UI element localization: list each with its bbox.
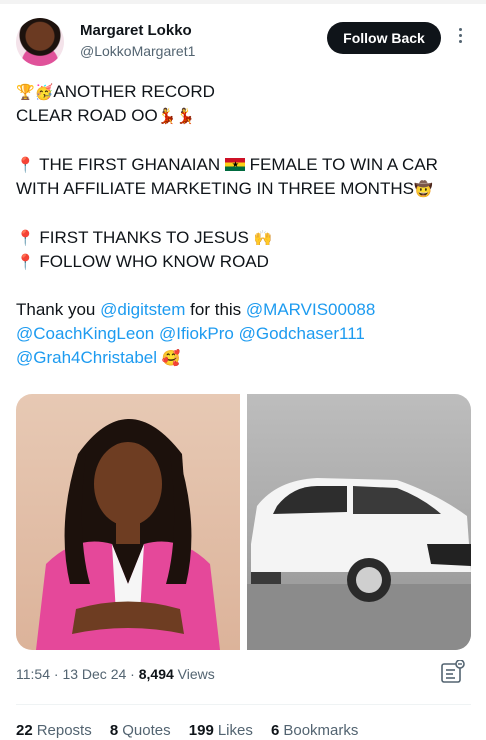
tweet-text: CLEAR ROAD OO: [16, 106, 158, 125]
tweet-line: Thank you @digitstem for this @MARVIS000…: [16, 298, 472, 322]
views-label: Views: [177, 666, 215, 682]
flag-star: ★: [231, 160, 240, 169]
tweet-line: WITH AFFILIATE MARKETING IN THREE MONTHS…: [16, 177, 472, 202]
pin-emoji: 📍: [16, 157, 35, 174]
tweet-line: 📍 THE FIRST GHANAIAN ★ FEMALE TO WIN A C…: [16, 153, 472, 178]
tweet-text: THE FIRST GHANAIAN: [39, 155, 221, 174]
top-divider: [0, 0, 486, 4]
engagement-stats: 22 Reposts 8 Quotes 199 Likes 6 Bookmarks: [16, 722, 372, 739]
pin-emoji: 📍: [16, 254, 35, 271]
analytics-icon[interactable]: [440, 659, 466, 684]
tweet-line: @Grah4Christabel 🥰: [16, 346, 472, 371]
pin-emoji: 📍: [16, 230, 35, 247]
media-grid: [16, 394, 471, 650]
reposts-stat[interactable]: 22 Reposts: [16, 722, 92, 739]
tweet-text: FIRST THANKS TO JESUS: [39, 228, 249, 247]
tweet-line: CLEAR ROAD OO💃💃: [16, 104, 472, 129]
display-name[interactable]: Margaret Lokko: [80, 22, 192, 39]
likes-label: Likes: [217, 722, 253, 739]
bookmarks-count: 6: [271, 722, 280, 739]
follow-back-button[interactable]: Follow Back: [327, 22, 441, 54]
tweet-text: FOLLOW WHO KNOW ROAD: [39, 252, 269, 271]
mention-link[interactable]: @digitstem: [100, 300, 185, 319]
tweet-meta: 11:54 · 13 Dec 24 · 8,494 Views: [16, 666, 215, 682]
mention-link[interactable]: @MARVIS00088: [246, 300, 375, 319]
bookmarks-stat[interactable]: 6 Bookmarks: [271, 722, 358, 739]
tweet-line: 📍 FIRST THANKS TO JESUS 🙌: [16, 226, 472, 251]
tweet-text: FEMALE TO WIN A CAR: [249, 155, 438, 174]
more-vertical-icon[interactable]: [452, 26, 468, 48]
likes-count: 199: [188, 722, 214, 739]
tweet-text: for this: [190, 300, 242, 319]
quotes-label: Quotes: [122, 722, 171, 739]
bookmarks-label: Bookmarks: [283, 722, 359, 739]
meta-separator: ·: [130, 666, 135, 682]
mention-link[interactable]: @Grah4Christabel: [16, 348, 157, 367]
meta-separator: ·: [53, 666, 59, 682]
quotes-stat[interactable]: 8 Quotes: [110, 722, 171, 739]
likes-stat[interactable]: 199 Likes: [189, 722, 253, 739]
car-illustration: [247, 478, 471, 650]
car-photo[interactable]: [247, 394, 471, 650]
mention-link[interactable]: @Godchaser111: [239, 324, 365, 343]
reposts-label: Reposts: [36, 722, 92, 739]
portrait-illustration: [36, 419, 220, 650]
reposts-count: 22: [16, 722, 33, 739]
tweet-date[interactable]: 13 Dec 24: [62, 666, 126, 682]
smiling-hearts-emoji: 🥰: [161, 350, 181, 367]
avatar[interactable]: [16, 18, 64, 66]
tweet-time[interactable]: 11:54: [16, 666, 50, 682]
mention-link[interactable]: @CoachKingLeon: [16, 324, 154, 343]
cowboy-emoji: 🤠: [413, 181, 433, 198]
tweet-line: 🏆🥳ANOTHER RECORD: [16, 80, 472, 105]
trophy-party-emoji: 🏆🥳: [16, 84, 54, 101]
tweet-text: WITH AFFILIATE MARKETING IN THREE MONTHS: [16, 179, 414, 198]
user-handle[interactable]: @LokkoMargaret1: [80, 43, 195, 59]
mention-link[interactable]: @IfiokPro: [159, 324, 234, 343]
portrait-photo[interactable]: [16, 394, 240, 650]
tweet-text: ANOTHER RECORD: [53, 82, 215, 101]
quotes-count: 8: [109, 722, 119, 739]
stats-divider: [16, 704, 471, 705]
dancer-emoji: 💃💃: [157, 108, 196, 125]
views-count: 8,494: [138, 666, 174, 682]
tweet-text: Thank you: [16, 300, 96, 319]
tweet-header: Margaret Lokko @LokkoMargaret1 Follow Ba…: [16, 18, 472, 70]
tweet-line: @CoachKingLeon @IfiokPro @Godchaser111: [16, 322, 472, 346]
tweet-line: 📍 FOLLOW WHO KNOW ROAD: [16, 250, 472, 275]
raised-hands-emoji: 🙌: [253, 230, 273, 247]
ghana-flag-icon: ★: [224, 158, 245, 171]
